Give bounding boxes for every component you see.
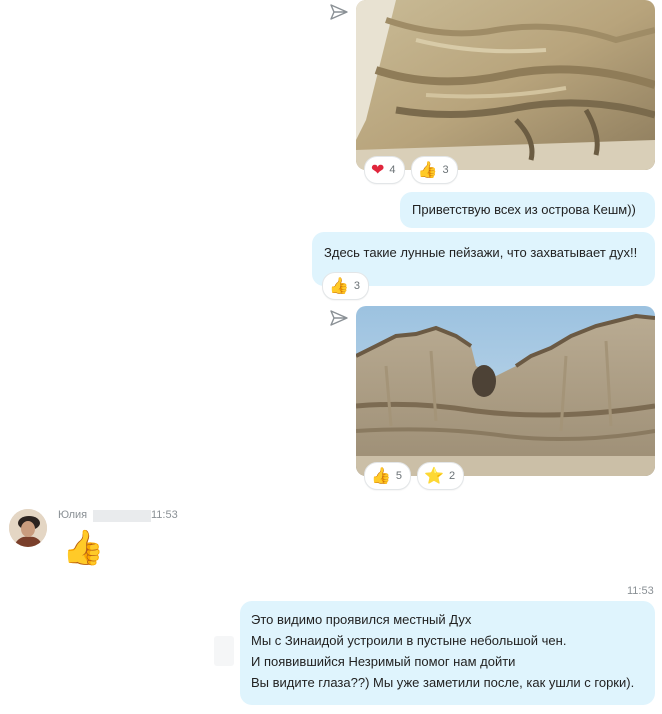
message-text: Здесь такие лунные пейзажи, что захватыв… [324, 245, 638, 260]
reaction-thumbs-up[interactable]: 👍 3 [410, 156, 458, 184]
redacted-surname [93, 510, 151, 522]
avatar[interactable] [9, 509, 47, 547]
reactions-photo-1: ❤ 4 👍 3 [364, 156, 458, 184]
sender-name: Юлия [58, 509, 88, 521]
reaction-thumbs-up[interactable]: 👍 3 [322, 272, 370, 300]
message-time: 11:53 [627, 585, 654, 597]
thumbs-up-sticker: 👍 [62, 528, 105, 568]
thumbs-up-icon: 👍 [417, 160, 438, 179]
message-bubble-spirit[interactable]: Это видимо проявился местный Дух Мы с Зи… [240, 601, 655, 705]
heart-icon: ❤ [371, 160, 385, 179]
reaction-count: 3 [442, 164, 449, 176]
message-line: Это видимо проявился местный Дух [251, 612, 472, 627]
sent-status-icon [330, 4, 348, 20]
reaction-count: 4 [389, 164, 396, 176]
reaction-count: 3 [353, 280, 361, 292]
reaction-thumbs-up[interactable]: 👍 5 [364, 462, 412, 490]
photo-rock-formations[interactable] [356, 306, 655, 476]
reaction-count: 2 [448, 470, 456, 482]
attachment-placeholder [214, 636, 234, 666]
message-bubble-greeting[interactable]: Приветствую всех из острова Кешм)) [400, 192, 655, 228]
reactions-message-3: 👍 3 [322, 272, 370, 300]
reaction-count: 5 [395, 470, 403, 482]
message-text: Приветствую всех из острова Кешм)) [412, 202, 636, 217]
reactions-photo-2: 👍 5 ⭐ 2 [364, 462, 465, 490]
thumbs-up-icon: 👍 [371, 466, 391, 485]
message-line: Вы видите глаза??) Мы уже заметили после… [251, 675, 635, 690]
star-icon: ⭐ [424, 466, 444, 485]
thumbs-up-icon: 👍 [329, 276, 349, 295]
message-line: Мы с Зинаидой устроили в пустыне небольш… [251, 633, 567, 648]
photo-sandstone-cliff[interactable] [356, 0, 655, 170]
reaction-star[interactable]: ⭐ 2 [417, 462, 465, 490]
sent-status-icon [330, 310, 348, 326]
message-line: И появившийся Незримый помог нам дойти [251, 654, 516, 669]
message-time: 11:53 [151, 509, 178, 521]
reaction-heart[interactable]: ❤ 4 [364, 156, 405, 184]
